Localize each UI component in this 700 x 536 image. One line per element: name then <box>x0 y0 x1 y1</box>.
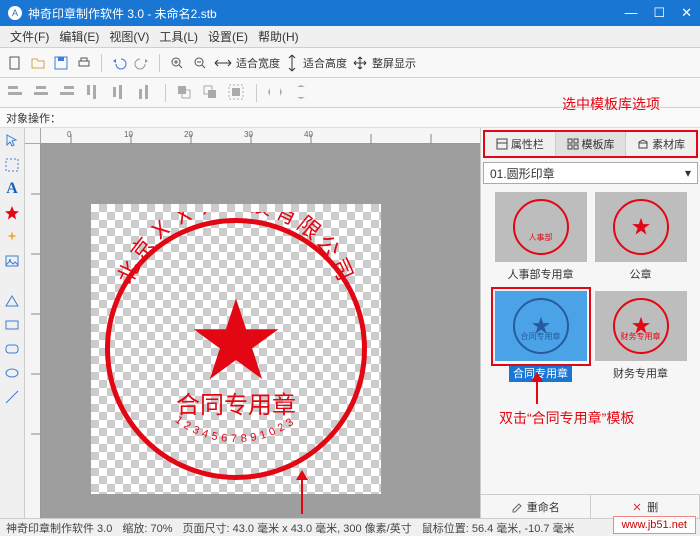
zoom-in-icon[interactable] <box>168 54 186 72</box>
ruler-vertical <box>25 144 41 518</box>
title-bar: A 神奇印章制作软件 3.0 - 未命名2.stb — ☐ ✕ <box>0 0 700 26</box>
status-app: 神奇印章制作软件 3.0 <box>6 520 112 536</box>
fit-height-button[interactable]: 适合高度 <box>285 54 347 72</box>
triangle-shape-icon[interactable] <box>3 292 21 310</box>
template-item-selected[interactable]: 合同专用章 合同专用章 <box>495 291 587 382</box>
seal-preview[interactable]: 北京ＸＸＸ科技有限公司 合同专用章 1234567891023 <box>99 212 373 486</box>
select-tool-icon[interactable] <box>3 156 21 174</box>
svg-text:30: 30 <box>244 130 253 139</box>
send-back-icon[interactable] <box>201 83 221 103</box>
fit-width-button[interactable]: 适合宽度 <box>214 55 280 71</box>
right-panel: 选中模板库选项 属性栏 模板库 素材库 01.圆形印章 ▾ 人事部 人事部专用章… <box>480 128 700 518</box>
op-label: 对象操作： <box>6 110 61 126</box>
menu-file[interactable]: 文件(F) <box>6 26 53 47</box>
template-item[interactable]: 公章 <box>595 192 687 283</box>
align-left-icon[interactable] <box>6 83 26 103</box>
seal-code-text: 1234567891023 <box>99 212 373 486</box>
image-tool-icon[interactable] <box>3 252 21 270</box>
menu-edit[interactable]: 编辑(E) <box>55 26 103 47</box>
svg-text:20: 20 <box>184 130 193 139</box>
ruler-horizontal: 0 10 20 30 40 <box>25 128 480 144</box>
window-title: 神奇印章制作软件 3.0 - 未命名2.stb <box>28 5 624 22</box>
menu-tools[interactable]: 工具(L) <box>155 26 202 47</box>
template-category-select[interactable]: 01.圆形印章 ▾ <box>483 162 698 184</box>
flip-v-icon[interactable] <box>292 83 312 103</box>
chevron-down-icon: ▾ <box>685 166 691 180</box>
flip-h-icon[interactable] <box>266 83 286 103</box>
zoom-out-icon[interactable] <box>191 54 209 72</box>
new-file-icon[interactable] <box>6 54 24 72</box>
arrow-head-icon <box>531 372 543 382</box>
menu-help[interactable]: 帮助(H) <box>254 26 303 47</box>
artboard[interactable]: 北京ＸＸＸ科技有限公司 合同专用章 1234567891023 <box>91 204 381 494</box>
save-icon[interactable] <box>52 54 70 72</box>
align-middle-icon[interactable] <box>110 83 130 103</box>
arrow-head-icon <box>296 470 308 480</box>
category-value: 01.圆形印章 <box>490 165 555 182</box>
canvas-area[interactable]: 北京ＸＸＸ科技有限公司 合同专用章 1234567891023 <box>41 144 480 518</box>
group-icon[interactable] <box>227 83 247 103</box>
panel-footer: 重命名 删 <box>481 494 700 518</box>
panel-tabs: 属性栏 模板库 素材库 <box>483 130 698 158</box>
align-center-icon[interactable] <box>32 83 52 103</box>
svg-text:40: 40 <box>304 130 313 139</box>
roundrect-shape-icon[interactable] <box>3 340 21 358</box>
status-bar: 神奇印章制作软件 3.0 缩放: 70% 页面尺寸: 43.0 毫米 x 43.… <box>0 518 700 536</box>
tab-assets[interactable]: 素材库 <box>626 132 696 156</box>
maximize-button[interactable]: ☐ <box>653 5 665 21</box>
delete-button[interactable]: 删 <box>591 495 700 518</box>
print-icon[interactable] <box>75 54 93 72</box>
annotation-top: 选中模板库选项 <box>562 94 660 114</box>
tab-templates[interactable]: 模板库 <box>556 132 627 156</box>
text-tool-icon[interactable]: A <box>3 180 21 198</box>
canvas-wrapper: 010203040 北京ＸＸＸ科技有限公司 合同专用章 <box>25 128 480 518</box>
main-toolbar: 适合宽度 适合高度 整屏显示 <box>0 48 700 78</box>
align-top-icon[interactable] <box>84 83 104 103</box>
close-button[interactable]: ✕ <box>681 5 692 21</box>
minimize-button[interactable]: — <box>624 5 637 21</box>
menu-view[interactable]: 视图(V) <box>105 26 153 47</box>
watermark: www.jb51.net <box>613 516 696 534</box>
rename-button[interactable]: 重命名 <box>481 495 591 518</box>
svg-text:0: 0 <box>67 130 72 139</box>
template-item[interactable]: 人事部 人事部专用章 <box>495 192 587 283</box>
redo-icon[interactable] <box>133 54 151 72</box>
status-zoom: 缩放: 70% <box>122 520 172 536</box>
rect-shape-icon[interactable] <box>3 316 21 334</box>
annotation-arrow-bottom <box>301 474 303 514</box>
side-toolbox: A <box>0 128 25 518</box>
template-grid: 人事部 人事部专用章 公章 合同专用章 合同专用章 财务专用章 财务专用章 <box>481 186 700 388</box>
bring-front-icon[interactable] <box>175 83 195 103</box>
undo-icon[interactable] <box>110 54 128 72</box>
menu-settings[interactable]: 设置(E) <box>204 26 252 47</box>
sparkle-tool-icon[interactable] <box>3 228 21 246</box>
annotation-bottom: 显示出的即为合同专用章的模板内容 <box>171 516 395 518</box>
menu-bar: 文件(F) 编辑(E) 视图(V) 工具(L) 设置(E) 帮助(H) <box>0 26 700 48</box>
star-tool-icon[interactable] <box>3 204 21 222</box>
svg-text:1234567891023: 1234567891023 <box>173 414 299 445</box>
status-page: 页面尺寸: 43.0 毫米 x 43.0 毫米, 300 像素/英寸 <box>183 520 412 536</box>
app-icon: A <box>8 6 22 20</box>
svg-text:10: 10 <box>124 130 133 139</box>
open-file-icon[interactable] <box>29 54 47 72</box>
tab-properties[interactable]: 属性栏 <box>485 132 556 156</box>
fit-screen-button[interactable]: 整屏显示 <box>352 55 416 71</box>
line-shape-icon[interactable] <box>3 388 21 406</box>
status-cursor: 鼠标位置: 56.4 毫米, -10.7 毫米 <box>422 520 575 536</box>
ellipse-shape-icon[interactable] <box>3 364 21 382</box>
align-right-icon[interactable] <box>58 83 78 103</box>
pointer-tool-icon[interactable] <box>3 132 21 150</box>
template-item[interactable]: 财务专用章 财务专用章 <box>595 291 687 382</box>
annotation-middle: 双击“合同专用章”模板 <box>499 408 634 428</box>
align-bottom-icon[interactable] <box>136 83 156 103</box>
